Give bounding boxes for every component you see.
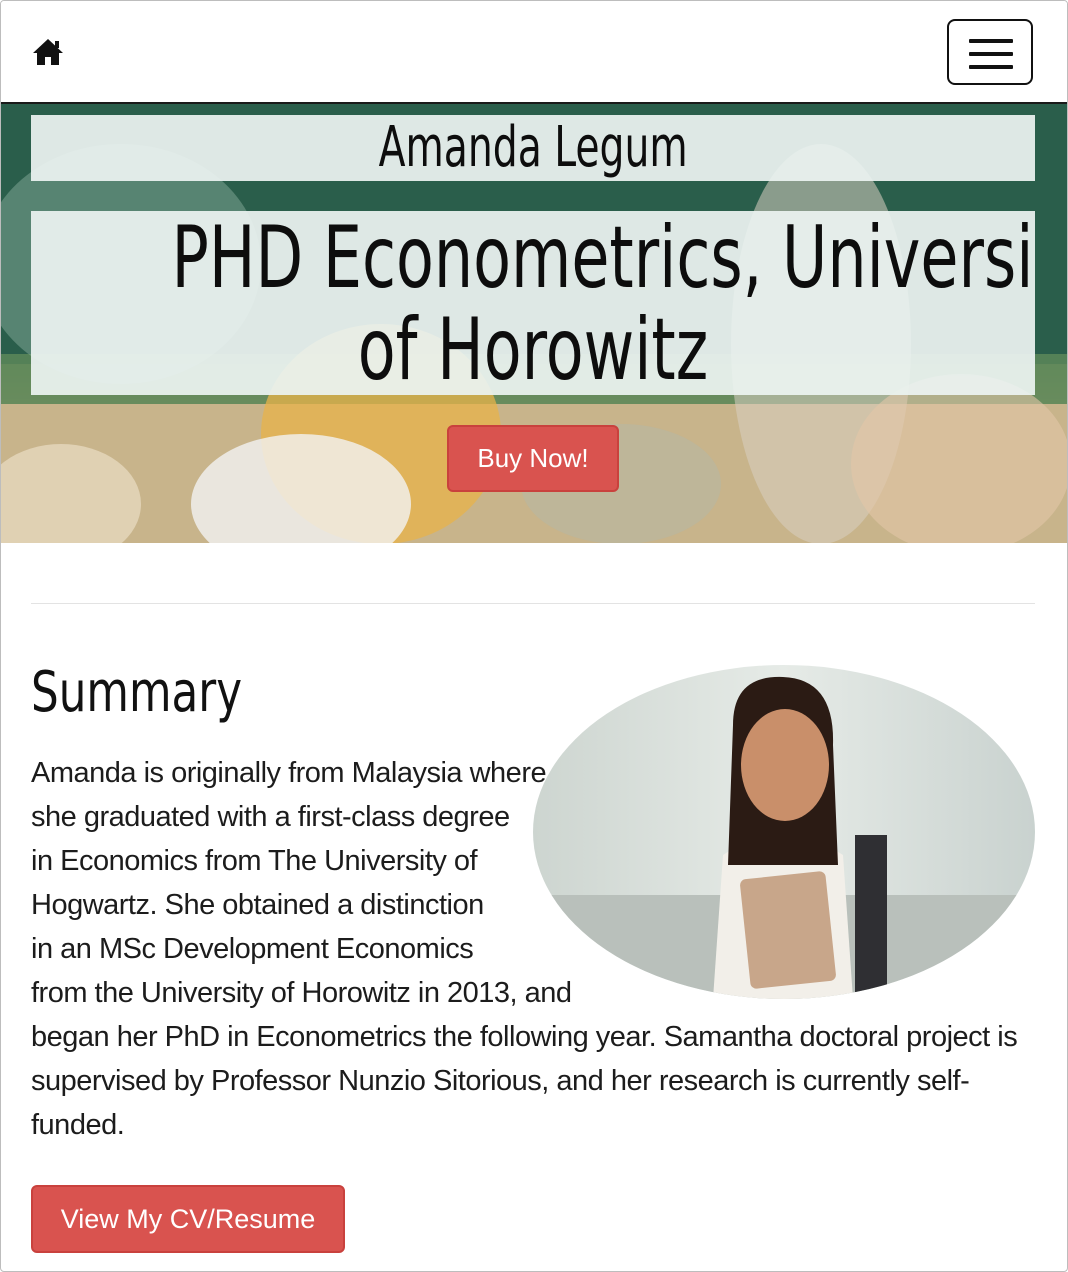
browser-viewport: Amanda Legum PHD Econometrics, Universit… — [0, 0, 1068, 1272]
hero-degree-line2: of Horowitz — [357, 300, 709, 395]
hamburger-menu-icon — [969, 39, 1013, 43]
summary-section: Amanda is originally from Malaysia where… — [31, 665, 1041, 1147]
view-cv-button[interactable]: View My CV/Resume — [31, 1185, 345, 1253]
buy-now-button[interactable]: Buy Now! — [447, 425, 619, 492]
hamburger-bar — [969, 52, 1013, 56]
hero-name-box: Amanda Legum — [31, 115, 1035, 181]
hamburger-bar — [969, 65, 1013, 69]
hero-banner: Amanda Legum PHD Econometrics, Universit… — [1, 104, 1067, 543]
hero-degree-box: PHD Econometrics, University of Horowitz — [31, 211, 1035, 395]
menu-toggle-button[interactable] — [947, 19, 1033, 85]
section-divider — [31, 603, 1035, 604]
home-icon — [33, 39, 63, 65]
student-portrait-image — [533, 665, 1035, 999]
home-link[interactable] — [31, 37, 65, 67]
navbar — [1, 1, 1067, 104]
hero-degree-line1: PHD Econometrics, University — [171, 211, 1035, 308]
summary-heading: Summary — [31, 660, 243, 725]
hero-name: Amanda Legum — [378, 115, 688, 180]
